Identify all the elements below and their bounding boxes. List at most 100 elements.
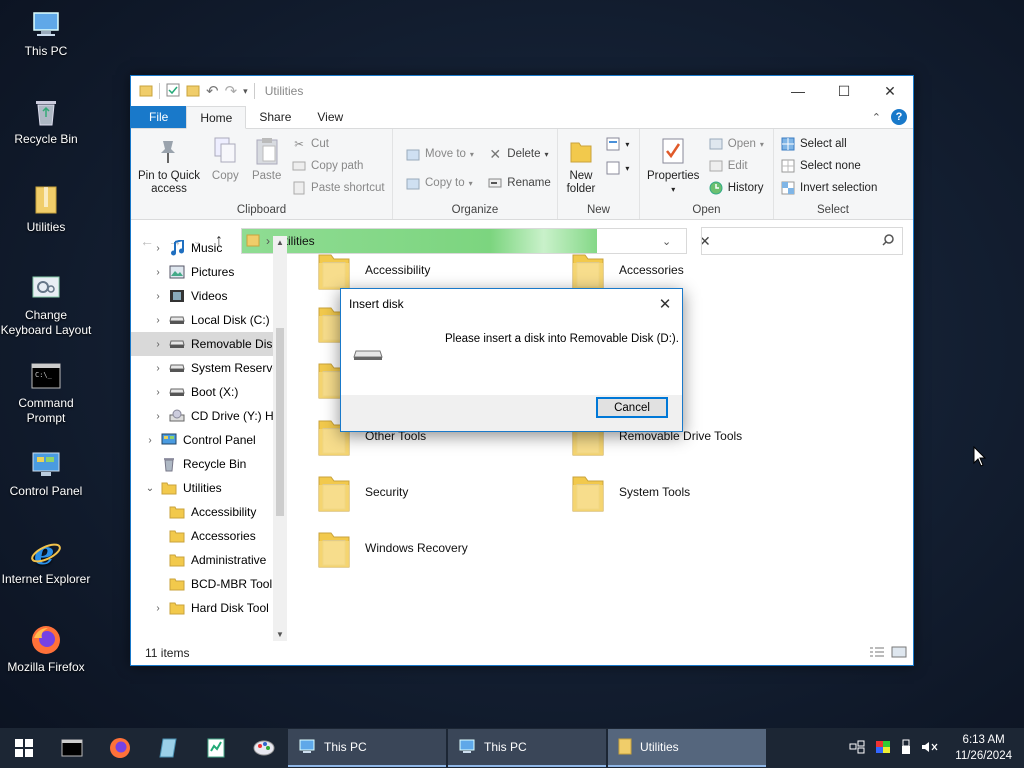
tab-share[interactable]: Share: [246, 106, 304, 128]
desktop-icon-utilities[interactable]: Utilities: [0, 184, 92, 235]
collapsed-chevron-icon[interactable]: ›: [151, 603, 165, 614]
new-item-button[interactable]: ▾: [605, 135, 629, 153]
customize-chevron-icon[interactable]: ▾: [243, 86, 248, 97]
nav-item-utilities[interactable]: ⌄ Utilities: [131, 476, 287, 500]
desktop-icon-command-prompt[interactable]: C:\_ Command Prompt: [0, 360, 92, 426]
paint-taskbar-icon[interactable]: [240, 728, 288, 768]
nav-item-removable-dis[interactable]: › Removable Dis: [131, 332, 287, 356]
collapsed-chevron-icon[interactable]: ›: [151, 411, 165, 422]
nav-item-recycle-bin[interactable]: Recycle Bin: [131, 452, 287, 476]
folder-item[interactable]: Security: [317, 468, 408, 516]
delete-button[interactable]: ✕ Delete ▾: [487, 145, 550, 163]
desktop-icon-this-pc[interactable]: This PC: [0, 8, 92, 59]
collapsed-chevron-icon[interactable]: ›: [151, 315, 165, 326]
taskbar-task-this-pc[interactable]: This PC: [288, 729, 446, 767]
details-view-icon[interactable]: [869, 646, 885, 661]
nav-item-music[interactable]: › Music: [131, 236, 287, 260]
display-color-icon[interactable]: [875, 740, 891, 757]
nav-item-cd-drive-y-h[interactable]: › CD Drive (Y:) H: [131, 404, 287, 428]
pin-to-quick-access-button[interactable]: Pin to Quick access: [135, 135, 203, 196]
folder-icon: [571, 471, 605, 513]
nav-item-boot-x[interactable]: › Boot (X:): [131, 380, 287, 404]
start-button[interactable]: [0, 728, 48, 768]
desktop-icon-internet-explorer[interactable]: e Internet Explorer: [0, 536, 92, 587]
nav-item-bcd-mbr-tool[interactable]: BCD-MBR Tool: [131, 572, 287, 596]
large-icons-view-icon[interactable]: [891, 646, 907, 661]
rename-button[interactable]: Rename: [487, 174, 551, 192]
undo-icon[interactable]: ↶: [206, 82, 219, 100]
new-folder-icon[interactable]: [186, 83, 200, 100]
new-folder-button[interactable]: New folder: [562, 135, 600, 196]
desktop-icon-control-panel[interactable]: Control Panel: [0, 448, 92, 499]
open-button[interactable]: Open ▾: [708, 135, 764, 153]
app-taskbar-icon[interactable]: [144, 728, 192, 768]
minimize-icon[interactable]: —: [775, 76, 821, 106]
collapsed-chevron-icon[interactable]: ›: [151, 243, 165, 254]
close-icon[interactable]: ✕: [867, 76, 913, 106]
properties-check-icon[interactable]: [166, 83, 180, 100]
collapsed-chevron-icon[interactable]: ›: [151, 267, 165, 278]
scroll-down-arrow-icon[interactable]: ▼: [273, 630, 287, 639]
clock[interactable]: 6:13 AM 11/26/2024: [949, 732, 1018, 764]
tab-view[interactable]: View: [304, 106, 356, 128]
usb-icon[interactable]: [901, 739, 911, 758]
notepad-taskbar-icon[interactable]: [192, 728, 240, 768]
close-icon[interactable]: ✕: [648, 295, 682, 313]
history-button[interactable]: History: [708, 179, 764, 197]
nav-item-videos[interactable]: › Videos: [131, 284, 287, 308]
properties-button[interactable]: Properties ▾: [644, 135, 702, 196]
taskbar-task-utilities[interactable]: Utilities: [608, 729, 766, 767]
volume-muted-icon[interactable]: [921, 740, 939, 757]
easy-access-button[interactable]: ▾: [605, 159, 629, 177]
cut-button[interactable]: ✂ Cut: [291, 135, 385, 153]
expanded-chevron-icon[interactable]: ⌄: [143, 483, 157, 494]
maximize-icon[interactable]: ☐: [821, 76, 867, 106]
collapsed-chevron-icon[interactable]: ›: [151, 291, 165, 302]
invert-selection-button[interactable]: Invert selection: [780, 179, 877, 197]
select-all-button[interactable]: Select all: [780, 135, 877, 153]
nav-item-control-panel[interactable]: › Control Panel: [131, 428, 287, 452]
nav-item-local-disk-c[interactable]: › Local Disk (C:): [131, 308, 287, 332]
nav-item-system-reserve[interactable]: › System Reserve: [131, 356, 287, 380]
nav-item-pictures[interactable]: › Pictures: [131, 260, 287, 284]
copy-button[interactable]: Copy: [206, 135, 244, 183]
folder-item[interactable]: System Tools: [571, 468, 690, 516]
tab-home[interactable]: Home: [186, 106, 247, 129]
nav-item-hard-disk-tool[interactable]: › Hard Disk Tool: [131, 596, 287, 620]
folder-item[interactable]: Accessibility: [317, 246, 430, 294]
select-none-icon: [780, 158, 796, 174]
help-icon[interactable]: ?: [891, 109, 907, 125]
tab-file[interactable]: File: [131, 106, 187, 128]
nav-item-accessories[interactable]: Accessories: [131, 524, 287, 548]
desktop-icon-change-keyboard-layout[interactable]: Change Keyboard Layout: [0, 272, 92, 338]
command-prompt-taskbar-icon[interactable]: [48, 728, 96, 768]
copy-path-button[interactable]: Copy path: [291, 157, 385, 175]
new-item-icon: [605, 136, 621, 152]
collapsed-chevron-icon[interactable]: ›: [151, 387, 165, 398]
desktop-icon-label: Internet Explorer: [1, 572, 91, 586]
network-icon[interactable]: [849, 740, 865, 757]
folder-item[interactable]: Windows Recovery: [317, 524, 468, 572]
collapsed-chevron-icon[interactable]: ›: [143, 435, 157, 446]
redo-icon[interactable]: ↷: [225, 82, 238, 100]
taskbar-task-this-pc[interactable]: This PC: [448, 729, 606, 767]
paste-shortcut-button[interactable]: Paste shortcut: [291, 179, 385, 197]
cancel-button[interactable]: Cancel: [596, 397, 668, 418]
ribbon-collapse-chevron-icon[interactable]: ⌃: [872, 111, 881, 124]
collapsed-chevron-icon[interactable]: ›: [151, 339, 165, 350]
move-to-button[interactable]: Move to ▾: [405, 145, 474, 163]
group-label: New: [586, 204, 610, 216]
copy-to-button[interactable]: Copy to ▾: [405, 174, 474, 192]
select-none-button[interactable]: Select none: [780, 157, 877, 175]
nav-item-administrative[interactable]: Administrative: [131, 548, 287, 572]
desktop-icon-recycle-bin[interactable]: Recycle Bin: [0, 96, 92, 147]
collapsed-chevron-icon[interactable]: ›: [151, 363, 165, 374]
scroll-up-arrow-icon[interactable]: ▲: [273, 238, 287, 247]
desktop-icon-mozilla-firefox[interactable]: Mozilla Firefox: [0, 624, 92, 675]
scrollbar-thumb[interactable]: [276, 328, 284, 516]
nav-item-accessibility[interactable]: Accessibility: [131, 500, 287, 524]
paste-button[interactable]: Paste: [248, 135, 286, 183]
firefox-taskbar-icon[interactable]: [96, 728, 144, 768]
edit-button[interactable]: Edit: [708, 157, 764, 175]
nav-scrollbar[interactable]: ▲ ▼: [273, 236, 287, 641]
